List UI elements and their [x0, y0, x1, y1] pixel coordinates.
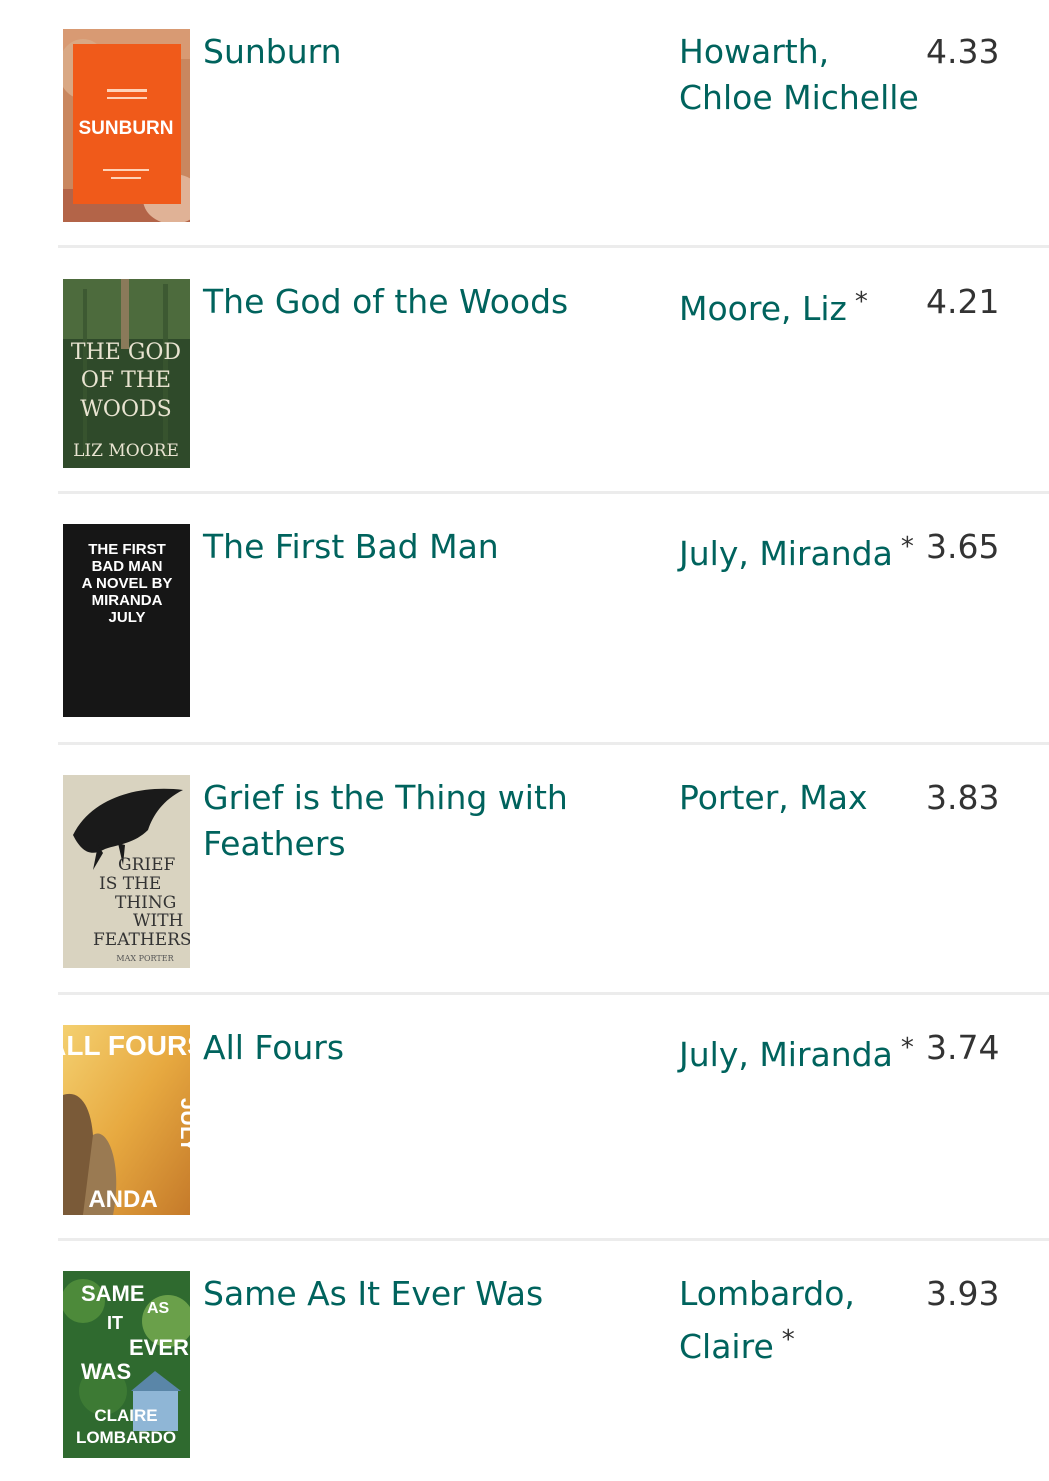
book-row: THE FIRST BAD MAN A NOVEL BY MIRANDA JUL… — [0, 494, 1049, 745]
svg-text:FEATHERS: FEATHERS — [93, 930, 190, 950]
book-author[interactable]: Moore, Liz * — [679, 279, 919, 332]
book-title[interactable]: The First Bad Man — [203, 524, 623, 570]
svg-text:THING: THING — [115, 893, 176, 913]
row-divider — [58, 245, 1049, 248]
average-rating: 3.74 — [926, 1028, 1000, 1067]
title-line: Grief is the Thing with — [203, 778, 568, 817]
average-rating: 4.21 — [926, 282, 1000, 321]
svg-text:BAD MAN: BAD MAN — [92, 558, 163, 575]
svg-text:ALL FOURS: ALL FOURS — [63, 1030, 190, 1061]
author-star: * — [900, 532, 914, 562]
svg-text:MIRANDA: MIRANDA — [92, 592, 163, 609]
svg-text:ANDA: ANDA — [88, 1186, 157, 1213]
author-star: * — [781, 1325, 795, 1355]
book-cover-first-bad-man[interactable]: THE FIRST BAD MAN A NOVEL BY MIRANDA JUL… — [63, 524, 190, 717]
svg-text:LOMBARDO: LOMBARDO — [76, 1428, 176, 1447]
svg-text:THE GOD: THE GOD — [71, 340, 181, 365]
all-fours-cover-art: ALL FOURS ANDA JULY — [63, 1025, 190, 1215]
svg-text:JULY: JULY — [109, 609, 146, 626]
book-author[interactable]: July, Miranda * — [679, 524, 919, 577]
svg-text:JULY: JULY — [176, 1098, 190, 1153]
author-line: Claire — [679, 1327, 774, 1366]
book-row: THE GOD OF THE WOODS LIZ MOORE The God o… — [0, 249, 1049, 494]
book-title[interactable]: All Fours — [203, 1025, 623, 1071]
average-rating: 4.33 — [926, 32, 1000, 71]
svg-text:CLAIRE: CLAIRE — [94, 1406, 157, 1425]
book-row: ALL FOURS ANDA JULY All Fours July, Mira… — [0, 995, 1049, 1241]
book-row: SAME AS IT EVER WAS CLAIRE LOMBARDO Same… — [0, 1241, 1049, 1481]
book-row: GRIEF IS THE THING WITH FEATHERS MAX POR… — [0, 745, 1049, 995]
book-row: SUNBURN Sunburn Howarth, Chloe Michelle … — [0, 0, 1049, 249]
book-cover-grief-feathers[interactable]: GRIEF IS THE THING WITH FEATHERS MAX POR… — [63, 775, 190, 968]
svg-text:AS: AS — [147, 1300, 170, 1317]
svg-text:SAME: SAME — [81, 1281, 145, 1306]
svg-text:IS THE: IS THE — [99, 874, 161, 894]
svg-text:OF THE: OF THE — [81, 368, 171, 393]
author-line: July, Miranda — [679, 1035, 893, 1074]
svg-text:WOODS: WOODS — [80, 397, 171, 422]
author-star: * — [900, 1033, 914, 1063]
svg-text:LIZ MOORE: LIZ MOORE — [73, 441, 179, 461]
book-cover-same-as-it-ever-was[interactable]: SAME AS IT EVER WAS CLAIRE LOMBARDO — [63, 1271, 190, 1458]
author-line: Porter, Max — [679, 778, 868, 817]
svg-text:WAS: WAS — [81, 1359, 131, 1384]
average-rating: 3.65 — [926, 527, 1000, 566]
svg-text:IT: IT — [107, 1313, 123, 1333]
title-line: Feathers — [203, 824, 346, 863]
author-line: July, Miranda — [679, 534, 893, 573]
svg-text:GRIEF: GRIEF — [118, 855, 176, 875]
author-line: Moore, Liz — [679, 289, 847, 328]
book-author[interactable]: Lombardo, Claire * — [679, 1271, 919, 1370]
book-cover-all-fours[interactable]: ALL FOURS ANDA JULY — [63, 1025, 190, 1215]
book-author[interactable]: Porter, Max — [679, 775, 919, 821]
svg-text:EVER: EVER — [129, 1335, 189, 1360]
book-list: SUNBURN Sunburn Howarth, Chloe Michelle … — [0, 0, 1049, 1481]
book-title[interactable]: The God of the Woods — [203, 279, 623, 325]
svg-text:WITH: WITH — [133, 911, 183, 931]
book-author[interactable]: July, Miranda * — [679, 1025, 919, 1078]
author-star: * — [854, 287, 868, 317]
svg-text:MAX PORTER: MAX PORTER — [116, 954, 174, 963]
average-rating: 3.83 — [926, 778, 1000, 817]
average-rating: 3.93 — [926, 1274, 1000, 1313]
god-of-woods-cover-art: THE GOD OF THE WOODS LIZ MOORE — [63, 279, 190, 468]
sunburn-cover-art: SUNBURN — [63, 29, 190, 222]
book-title[interactable]: Grief is the Thing with Feathers — [203, 775, 623, 867]
sunburn-cover-text: SUNBURN — [79, 118, 174, 139]
book-cover-sunburn[interactable]: SUNBURN — [63, 29, 190, 222]
author-line: Lombardo, — [679, 1274, 855, 1313]
book-title[interactable]: Same As It Ever Was — [203, 1271, 623, 1317]
same-as-it-ever-was-cover-art: SAME AS IT EVER WAS CLAIRE LOMBARDO — [63, 1271, 190, 1458]
svg-text:THE FIRST: THE FIRST — [88, 541, 166, 558]
book-author[interactable]: Howarth, Chloe Michelle — [679, 29, 919, 121]
book-cover-god-of-the-woods[interactable]: THE GOD OF THE WOODS LIZ MOORE — [63, 279, 190, 468]
svg-text:A NOVEL BY: A NOVEL BY — [82, 575, 173, 592]
author-line: Chloe Michelle — [679, 78, 919, 117]
author-line: Howarth, — [679, 32, 830, 71]
first-bad-man-cover-art: THE FIRST BAD MAN A NOVEL BY MIRANDA JUL… — [63, 524, 190, 717]
book-title[interactable]: Sunburn — [203, 29, 623, 75]
grief-feathers-cover-art: GRIEF IS THE THING WITH FEATHERS MAX POR… — [63, 775, 190, 968]
